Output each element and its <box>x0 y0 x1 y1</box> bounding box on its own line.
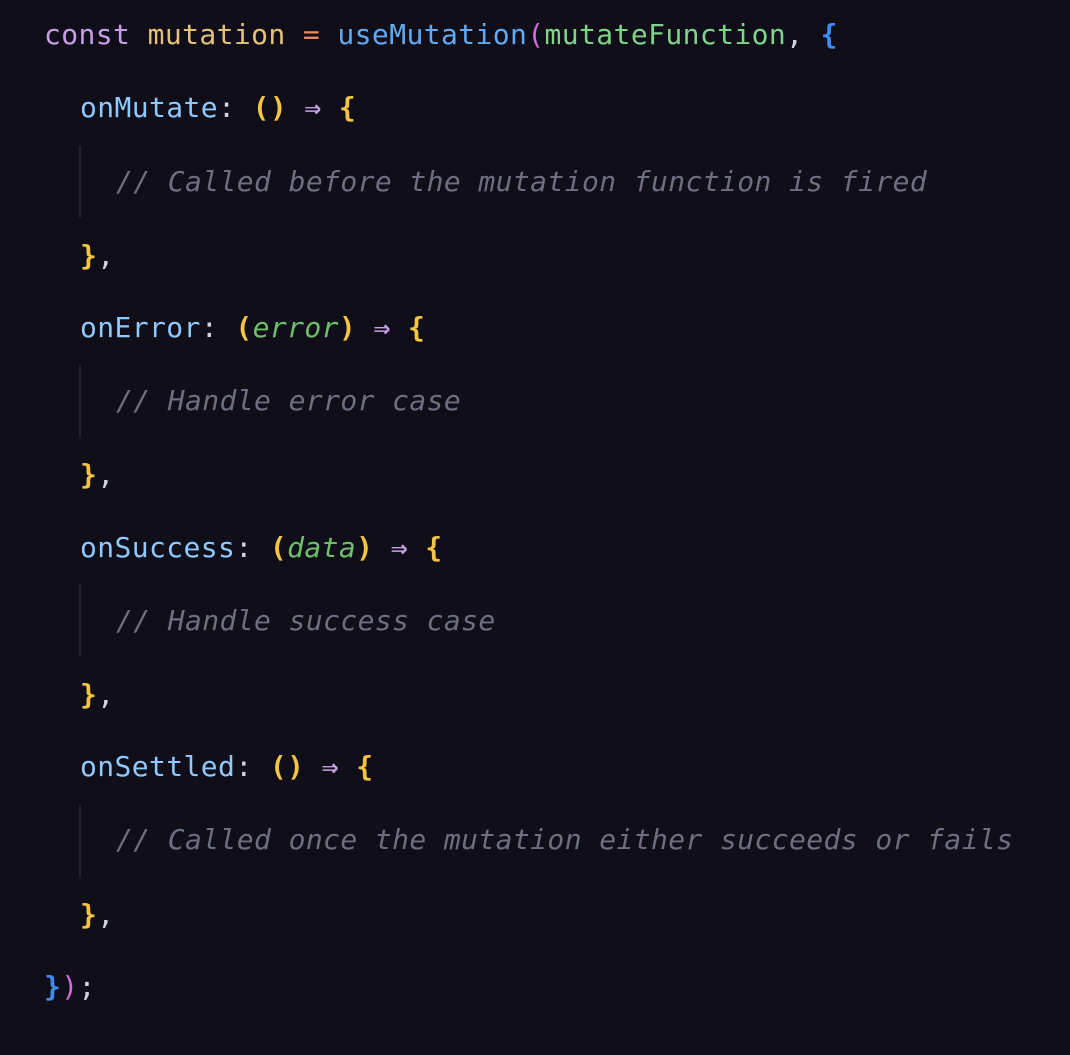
code-line-onerror: onError: (error) ⇒ { <box>80 310 425 346</box>
params-close: ) <box>356 531 374 564</box>
arrow-operator: ⇒ <box>304 91 322 124</box>
keyword-const: const <box>44 18 131 51</box>
code-line-onsettled: onSettled: () ⇒ { <box>80 749 373 785</box>
function-name: useMutation <box>337 18 528 51</box>
close-brace: } <box>80 678 98 711</box>
colon: : <box>235 750 253 783</box>
comment-onerror: // Handle error case <box>116 384 462 417</box>
open-brace: { <box>407 311 426 344</box>
code-line-close: }, <box>80 457 115 493</box>
comma: , <box>97 239 115 272</box>
params-close: ) <box>287 750 305 783</box>
close-paren: ) <box>61 970 79 1003</box>
semicolon: ; <box>78 970 96 1003</box>
comment-onsettled: // Called once the mutation either succe… <box>116 823 1014 856</box>
code-editor: const mutation = useMutation(mutateFunct… <box>0 0 1070 1055</box>
property-onerror: onError <box>80 311 201 344</box>
params-close: ) <box>338 311 357 344</box>
comma: , <box>97 458 115 491</box>
indent-guide <box>79 365 81 437</box>
close-brace: } <box>80 458 98 491</box>
open-brace: { <box>338 91 357 124</box>
comma: , <box>97 678 115 711</box>
params-open: ( <box>269 750 288 783</box>
comma: , <box>97 898 115 931</box>
comment-onsuccess: // Handle success case <box>116 604 496 637</box>
params-open: ( <box>252 91 270 124</box>
code-line-close: }, <box>80 677 115 713</box>
close-brace: } <box>80 898 98 931</box>
argument-name: mutateFunction <box>544 18 787 51</box>
code-line-close: }, <box>80 897 115 933</box>
comment-onmutate: // Called before the mutation function i… <box>116 165 928 198</box>
params-open: ( <box>235 311 253 344</box>
param-error: error <box>252 311 339 344</box>
code-line-onmutate: onMutate: () ⇒ { <box>80 90 356 126</box>
property-onmutate: onMutate <box>80 91 219 124</box>
property-onsettled: onSettled <box>80 750 236 783</box>
params-open: ( <box>269 531 288 564</box>
arrow-operator: ⇒ <box>373 311 391 344</box>
indent-guide <box>79 146 81 218</box>
code-line-onsuccess: onSuccess: (data) ⇒ { <box>80 530 442 566</box>
colon: : <box>200 311 219 344</box>
code-line-end: }); <box>44 969 96 1005</box>
open-brace: { <box>356 750 374 783</box>
code-line-declaration: const mutation = useMutation(mutateFunct… <box>44 17 838 53</box>
arrow-operator: ⇒ <box>321 750 339 783</box>
close-brace: } <box>44 970 62 1003</box>
open-brace: { <box>820 18 838 51</box>
code-line-comment: // Called once the mutation either succe… <box>116 822 1013 858</box>
param-data: data <box>287 531 357 564</box>
code-line-comment: // Called before the mutation function i… <box>116 164 927 200</box>
close-brace: } <box>80 239 98 272</box>
indent-guide <box>79 805 81 877</box>
open-brace: { <box>425 531 443 564</box>
assign-operator: = <box>302 18 321 51</box>
code-line-close: }, <box>80 238 115 274</box>
code-line-comment: // Handle success case <box>116 603 496 639</box>
colon: : <box>218 91 236 124</box>
arrow-operator: ⇒ <box>390 531 408 564</box>
open-paren: ( <box>527 18 545 51</box>
code-line-comment: // Handle error case <box>116 383 461 419</box>
comma: , <box>786 18 804 51</box>
params-close: ) <box>269 91 288 124</box>
colon: : <box>235 531 253 564</box>
variable-name: mutation <box>147 18 286 51</box>
indent-guide <box>79 585 81 657</box>
property-onsuccess: onSuccess <box>80 531 236 564</box>
